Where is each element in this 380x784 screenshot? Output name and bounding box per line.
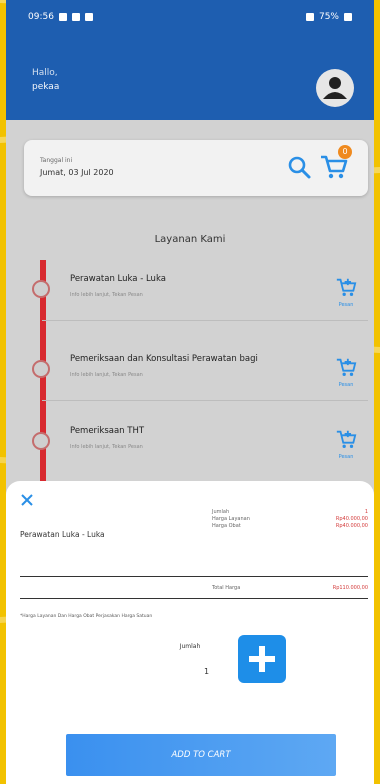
- order-button[interactable]: Pesan: [334, 276, 358, 308]
- gallery-icon: [84, 13, 93, 21]
- order-label: Pesan: [338, 382, 354, 388]
- avatar[interactable]: [316, 69, 354, 107]
- add-cart-icon: [336, 278, 357, 296]
- service-item[interactable]: Pemeriksaan dan Konsultasi Perawatan bag…: [32, 340, 368, 401]
- clock: 09:56: [28, 12, 54, 22]
- detail-value: Rp40.000,00: [335, 523, 368, 529]
- service-item[interactable]: Pemeriksaan THT Info lebih lanjut, Tekan…: [32, 412, 368, 472]
- order-button[interactable]: Pesan: [334, 356, 358, 388]
- add-cart-icon: [336, 430, 357, 448]
- add-to-cart-sheet: Perawatan Luka - Luka Jumlah 1 Harga Lay…: [6, 481, 374, 784]
- user-name: pekaa: [32, 82, 60, 92]
- battery-icon: [344, 13, 352, 21]
- detail-row: Jumlah 1: [212, 509, 368, 516]
- quantity-value: 1: [204, 667, 210, 676]
- date-label: Tanggal ini: [40, 157, 73, 164]
- detail-row: Harga Layanan Rp40.000,00: [212, 516, 368, 523]
- selected-service-name: Perawatan Luka - Luka: [20, 530, 105, 539]
- order-label: Pesan: [338, 454, 354, 460]
- phone-screen: 09:56 75% Hallo, pekaa Tanggal ini Jumat…: [6, 0, 374, 784]
- service-subtitle: Info lebih lanjut, Tekan Pesan: [70, 372, 143, 378]
- signal-icon: [305, 13, 314, 21]
- search-icon[interactable]: [286, 154, 312, 180]
- timeline-dot: [32, 280, 50, 298]
- service-subtitle: Info lebih lanjut, Tekan Pesan: [70, 292, 143, 298]
- battery-level: 75%: [318, 12, 339, 22]
- detail-label: Harga Obat: [212, 523, 241, 529]
- order-label: Pesan: [338, 302, 354, 308]
- detail-label: Harga Layanan: [212, 516, 250, 522]
- close-icon[interactable]: [20, 493, 34, 507]
- order-button[interactable]: Pesan: [334, 428, 358, 460]
- date-value: Jumat, 03 Jul 2020: [40, 168, 114, 177]
- timeline-dot: [32, 360, 50, 378]
- detail-value: 1: [364, 509, 368, 515]
- user-icon: [323, 77, 347, 99]
- detail-label: Jumlah: [212, 509, 230, 515]
- increase-quantity-button[interactable]: [238, 635, 286, 683]
- status-bar: 09:56 75%: [6, 0, 374, 34]
- detail-value: Rp40.000,00: [335, 516, 368, 522]
- service-item[interactable]: Perawatan Luka - Luka Info lebih lanjut,…: [32, 260, 368, 321]
- total-label: Total Harga: [212, 585, 241, 591]
- total-row: Total Harga Rp110.000,00: [212, 585, 368, 591]
- notification-icon: [71, 13, 80, 21]
- price-note: *Harga Layanan Dan Harga Obat Perjasakan…: [20, 614, 153, 619]
- total-value: Rp110.000,00: [332, 585, 368, 591]
- cart-badge: 0: [338, 145, 352, 159]
- service-name: Pemeriksaan dan Konsultasi Perawatan bag…: [70, 354, 258, 364]
- detail-row: Harga Obat Rp40.000,00: [212, 523, 368, 530]
- price-details: Jumlah 1 Harga Layanan Rp40.000,00 Harga…: [212, 509, 368, 530]
- service-name: Perawatan Luka - Luka: [70, 274, 166, 284]
- app-header: Hallo, pekaa: [6, 34, 374, 120]
- add-to-cart-button[interactable]: ADD TO CART: [66, 734, 336, 776]
- timeline-dot: [32, 432, 50, 450]
- service-subtitle: Info lebih lanjut, Tekan Pesan: [70, 444, 143, 450]
- image-icon: [58, 13, 67, 21]
- greeting: Hallo,: [32, 68, 58, 78]
- divider: [20, 576, 368, 577]
- date-card: Tanggal ini Jumat, 03 Jul 2020 0: [24, 140, 368, 196]
- add-cart-icon: [336, 358, 357, 376]
- plus-icon: [249, 646, 275, 672]
- quantity-label: Jumlah: [179, 643, 201, 650]
- section-title: Layanan Kami: [154, 234, 226, 245]
- divider: [20, 598, 368, 599]
- service-name: Pemeriksaan THT: [70, 426, 145, 436]
